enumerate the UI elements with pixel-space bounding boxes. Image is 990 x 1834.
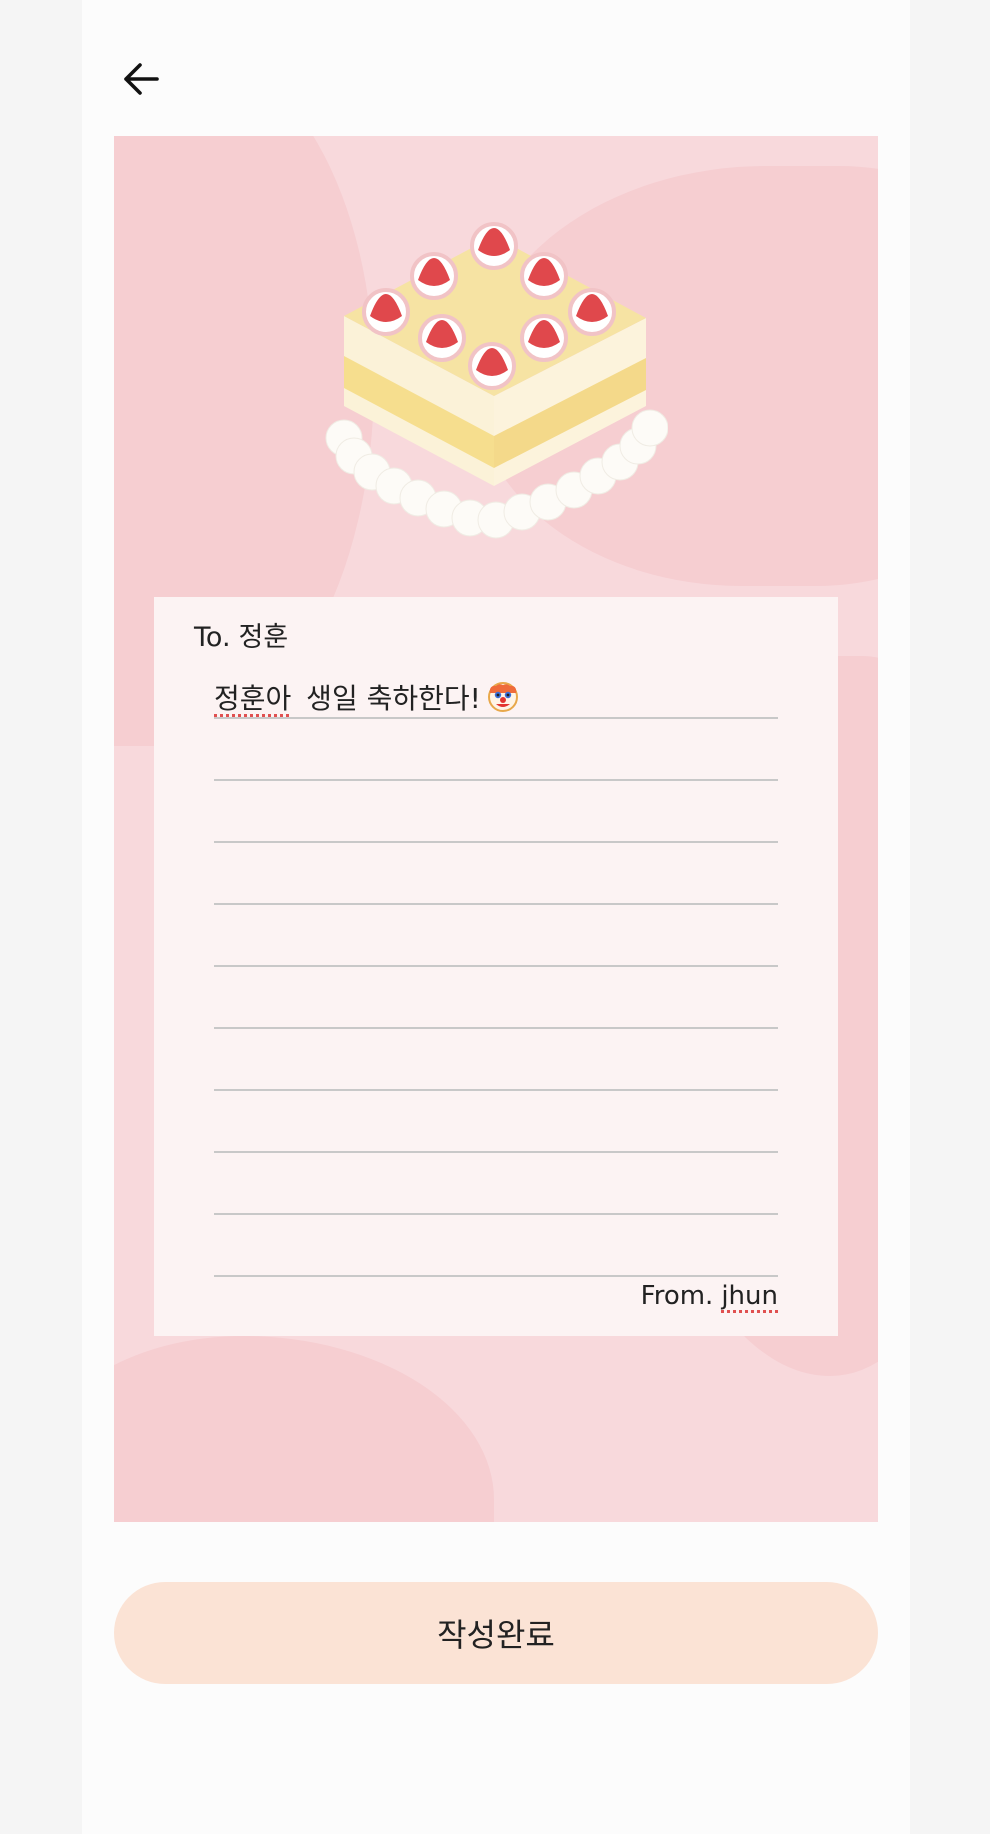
arrow-left-icon: [124, 63, 159, 95]
from-prefix: From.: [640, 1281, 714, 1311]
letter-paper[interactable]: To. 정훈 정훈아 생일 축하한다! From. jhun: [154, 597, 838, 1336]
background-blob: [114, 1336, 494, 1522]
strawberry-cake-illustration: [325, 222, 668, 539]
message-text[interactable]: 정훈아 생일 축하한다!: [214, 677, 519, 717]
message-text-part1: 정훈아: [214, 682, 292, 715]
message-line[interactable]: [214, 719, 778, 781]
message-text-part2: 생일 축하한다!: [297, 682, 481, 715]
sender-name: jhun: [721, 1281, 778, 1311]
message-lines[interactable]: 정훈아 생일 축하한다!: [214, 657, 778, 1277]
recipient-line: To. 정훈: [194, 615, 288, 654]
recipient-name: 정훈: [238, 622, 289, 653]
letter-card: To. 정훈 정훈아 생일 축하한다! From. jhun: [114, 136, 878, 1522]
message-line[interactable]: [214, 1215, 778, 1277]
clown-face-icon: [487, 682, 518, 712]
sender-line: From. jhun: [641, 1281, 778, 1311]
app-screen: To. 정훈 정훈아 생일 축하한다! From. jhun 작성완료: [82, 0, 910, 1834]
message-line[interactable]: [214, 1091, 778, 1153]
message-line[interactable]: [214, 905, 778, 967]
submit-button[interactable]: 작성완료: [114, 1582, 878, 1684]
message-line[interactable]: [214, 1029, 778, 1091]
to-prefix: To.: [194, 622, 231, 653]
message-line[interactable]: [214, 967, 778, 1029]
message-line[interactable]: [214, 1153, 778, 1215]
message-line[interactable]: [214, 781, 778, 843]
back-button[interactable]: [114, 52, 168, 106]
message-line[interactable]: [214, 843, 778, 905]
message-line[interactable]: 정훈아 생일 축하한다!: [214, 657, 778, 719]
